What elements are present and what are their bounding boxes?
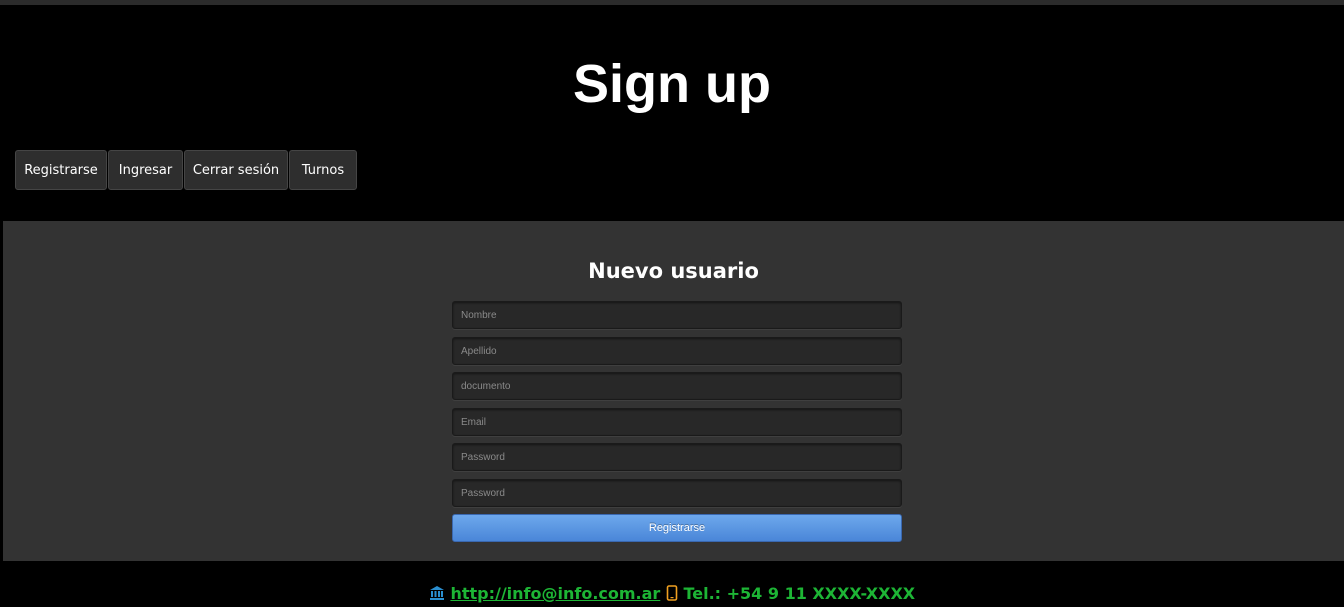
mobile-phone-icon	[666, 585, 678, 607]
nav-registrarse-button[interactable]: Registrarse	[15, 150, 107, 190]
email-field[interactable]	[452, 408, 902, 436]
footer-contact: http://info@info.com.ar Tel.: +54 9 11 X…	[0, 583, 1344, 607]
nav-bar: Registrarse Ingresar Cerrar sesión Turno…	[15, 150, 358, 190]
page-header: Sign up Registrarse Ingresar Cerrar sesi…	[0, 5, 1344, 221]
nav-turnos-button[interactable]: Turnos	[289, 150, 357, 190]
footer-email-link[interactable]: http://info@info.com.ar	[450, 584, 660, 603]
apellido-field[interactable]	[452, 337, 902, 365]
bank-icon	[429, 585, 445, 607]
nav-cerrar-sesion-button[interactable]: Cerrar sesión	[184, 150, 288, 190]
registrarse-submit-button[interactable]: Registrarse	[452, 514, 902, 542]
page-footer: http://info@info.com.ar Tel.: +54 9 11 X…	[0, 561, 1344, 603]
documento-field[interactable]	[452, 372, 902, 400]
page-title: Sign up	[573, 54, 771, 114]
nav-ingresar-button[interactable]: Ingresar	[108, 150, 183, 190]
nombre-field[interactable]	[452, 301, 902, 329]
footer-phone: Tel.: +54 9 11 XXXX-XXXX	[683, 584, 916, 603]
form-title: Nuevo usuario	[588, 259, 759, 283]
password-field[interactable]	[452, 443, 902, 471]
signup-panel: Nuevo usuario Registrarse	[3, 221, 1344, 561]
password-confirm-field[interactable]	[452, 479, 902, 507]
